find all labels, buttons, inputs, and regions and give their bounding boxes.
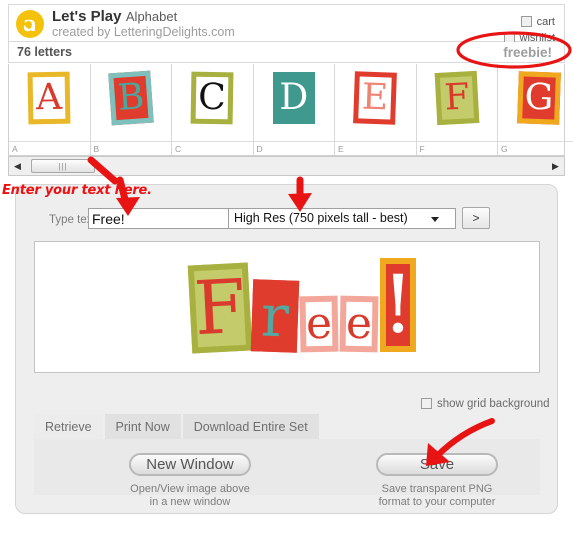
letter-tile-label: C: [175, 144, 182, 154]
letter-tile-label: G: [501, 144, 508, 154]
cart-label: cart: [536, 16, 555, 28]
scrollbar-thumb[interactable]: |||: [31, 159, 95, 173]
preview-word: Fr e e!: [187, 258, 418, 354]
letter-tile-glyph: E: [353, 71, 398, 125]
action-tabs[interactable]: Retrieve Print Now Download Entire Set: [34, 414, 321, 439]
letter-tile-strip[interactable]: AABBCCDDEEFFGG: [8, 64, 573, 156]
preview-letter: e: [299, 295, 339, 353]
letter-tile[interactable]: DD: [253, 64, 335, 155]
tab-retrieve[interactable]: Retrieve: [34, 414, 103, 439]
product-title-bold: Let's Play: [52, 8, 122, 25]
show-grid-row[interactable]: show grid background: [421, 398, 550, 410]
tile-divider: [172, 141, 253, 142]
letter-tile-label: D: [256, 144, 263, 154]
brand-logo-icon: a: [16, 10, 44, 38]
triangle-right-icon[interactable]: ▶: [547, 157, 564, 175]
product-title: Let's Play Alphabet: [52, 8, 177, 26]
product-title-light: Alphabet: [125, 9, 178, 24]
tab-print-now[interactable]: Print Now: [104, 414, 181, 439]
product-header: a Let's Play Alphabet created by Letteri…: [8, 4, 565, 44]
tile-divider: [335, 141, 416, 142]
show-grid-label: show grid background: [437, 398, 550, 410]
letter-tile-glyph: G: [516, 71, 561, 125]
tile-divider: [416, 141, 497, 142]
letters-count: 76 letters: [17, 45, 72, 59]
letter-tile-label: A: [12, 144, 18, 154]
letter-tile-glyph: D: [272, 72, 315, 124]
chevron-down-icon: [431, 217, 439, 222]
letter-tile[interactable]: CC: [172, 64, 254, 155]
new-window-button[interactable]: New Window: [129, 453, 251, 476]
tile-scrollbar[interactable]: ◀ ||| ▶: [8, 156, 565, 176]
letter-tile[interactable]: BB: [90, 64, 172, 155]
save-caption: Save transparent PNG format to your compu…: [378, 483, 496, 508]
show-grid-checkbox[interactable]: [421, 398, 432, 409]
cart-checkbox-row[interactable]: cart: [520, 16, 555, 28]
tile-divider: [498, 141, 573, 142]
text-input[interactable]: [88, 208, 240, 229]
letters-count-bar: 76 letters freebie!: [8, 42, 565, 63]
letter-tile-glyph: B: [107, 70, 154, 126]
preview-canvas: Fr e e!: [34, 241, 540, 373]
cart-checkbox[interactable]: [520, 16, 532, 27]
freebie-badge: freebie!: [503, 45, 552, 60]
action-bar: New Window Save Open/View image above in …: [34, 439, 540, 508]
letter-tile[interactable]: AA: [9, 64, 91, 155]
grip-lines-icon: |||: [58, 161, 68, 171]
resolution-select[interactable]: High Res (750 pixels tall - best): [228, 208, 456, 229]
letter-tile-label: F: [419, 144, 425, 154]
product-subtitle: created by LetteringDelights.com: [52, 25, 235, 39]
preview-letter: F: [187, 262, 253, 354]
new-window-caption: Open/View image above in a new window: [130, 483, 250, 508]
letter-tile-glyph: A: [27, 71, 71, 125]
save-button[interactable]: Save: [376, 453, 498, 476]
letter-tile-label: E: [338, 144, 344, 154]
letter-tile[interactable]: FF: [416, 64, 498, 155]
letter-tile[interactable]: EE: [335, 64, 417, 155]
triangle-left-icon[interactable]: ◀: [9, 157, 26, 175]
preview-letter: e: [339, 295, 379, 353]
tab-download-entire-set[interactable]: Download Entire Set: [182, 414, 319, 439]
preview-letter: r: [250, 279, 300, 353]
letter-tile-label: B: [93, 144, 100, 154]
logo-hole: [25, 21, 32, 28]
preview-letter: !: [380, 258, 416, 352]
generator-panel: Type text High Res (750 pixels tall - be…: [15, 184, 558, 514]
letter-tile-glyph: F: [434, 70, 480, 126]
letter-tile-glyph: C: [190, 71, 234, 125]
letter-tile[interactable]: GG: [498, 64, 573, 155]
go-button[interactable]: >: [462, 207, 490, 229]
resolution-select-value: High Res (750 pixels tall - best): [234, 211, 408, 225]
tile-divider: [9, 141, 90, 142]
tile-divider: [90, 141, 171, 142]
tile-divider: [253, 141, 334, 142]
